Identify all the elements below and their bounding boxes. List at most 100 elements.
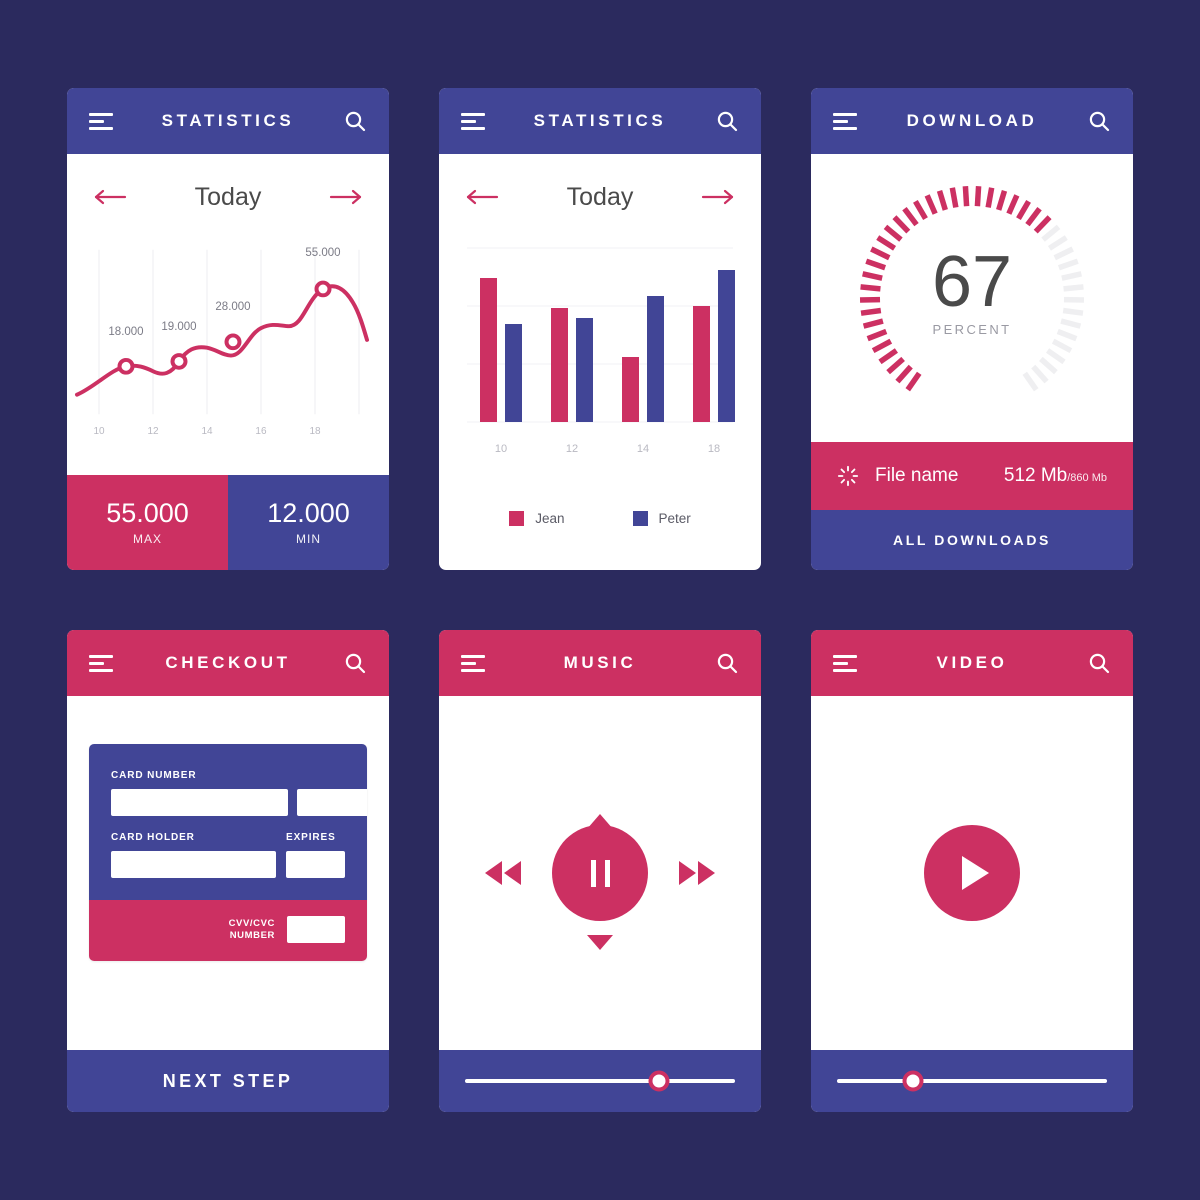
- gauge-tick: [876, 235, 897, 251]
- arrow-left-icon[interactable]: [465, 187, 499, 207]
- bar-peter: [576, 318, 593, 422]
- bar-jean: [551, 308, 568, 422]
- play-icon: [962, 856, 989, 890]
- video-slider-knob[interactable]: [902, 1070, 924, 1092]
- bar-jean: [480, 278, 497, 422]
- gauge-tick: [1031, 364, 1049, 384]
- music-progress-slider[interactable]: [439, 1050, 761, 1112]
- bar-peter: [647, 296, 664, 422]
- card-holder-input[interactable]: [111, 851, 276, 878]
- phone-checkout: CHECKOUT CARD NUMBER CARD HOLDER EXPIRES…: [67, 630, 389, 1112]
- loading-spinner-icon: [837, 465, 859, 487]
- expires-label: EXPIRES: [286, 832, 336, 843]
- cvv-label-line2: NUMBER: [229, 929, 275, 941]
- page-title: MUSIC: [563, 653, 637, 672]
- arrow-right-icon[interactable]: [701, 187, 735, 207]
- hamburger-icon[interactable]: [461, 112, 485, 130]
- gauge-tick: [962, 186, 970, 207]
- search-icon[interactable]: [343, 109, 367, 133]
- fast-forward-icon[interactable]: [679, 861, 715, 885]
- line-point-label: 18.000: [108, 326, 144, 338]
- legend-swatch-jean: [509, 511, 525, 526]
- gauge-tick: [913, 199, 928, 220]
- video-progress-slider[interactable]: [811, 1050, 1133, 1112]
- bar-chart-legend: Jean Peter: [439, 511, 761, 526]
- phone-music: MUSIC: [439, 630, 761, 1112]
- bar-chart: 10 12 14 18 Jean Peter: [439, 240, 761, 570]
- date-nav-line: Today: [67, 154, 389, 240]
- hamburger-icon[interactable]: [461, 654, 485, 672]
- all-downloads-button[interactable]: ALL DOWNLOADS: [811, 510, 1133, 570]
- gauge-tick: [902, 207, 919, 227]
- hamburger-icon[interactable]: [833, 654, 857, 672]
- search-icon[interactable]: [1087, 651, 1111, 675]
- appbar-statistics-line: STATISTICS: [67, 88, 389, 154]
- legend-item-jean: Jean: [509, 511, 565, 526]
- date-label: Today: [566, 182, 634, 211]
- gauge-tick: [871, 338, 893, 354]
- hamburger-icon[interactable]: [89, 654, 113, 672]
- appbar-music: MUSIC: [439, 630, 761, 696]
- next-step-button[interactable]: NEXT STEP: [67, 1050, 389, 1112]
- svg-text:18: 18: [708, 443, 720, 455]
- music-slider-track[interactable]: [465, 1070, 735, 1092]
- play-button[interactable]: [924, 825, 1020, 921]
- video-slider-track[interactable]: [837, 1070, 1107, 1092]
- screen-mockup-canvas: STATISTICS Today 10 12 14 16 18 18.000 1…: [0, 0, 1200, 1200]
- gauge-unit-label: PERCENT: [932, 322, 1012, 338]
- stat-max: 55.000 MAX: [67, 475, 228, 570]
- line-chart-svg: 10 12 14 16 18: [75, 249, 369, 437]
- search-icon[interactable]: [1087, 109, 1111, 133]
- card-number-label: CARD NUMBER: [111, 770, 197, 781]
- gauge-tick: [1033, 215, 1052, 234]
- gauge-tick: [1022, 371, 1039, 392]
- hamburger-icon[interactable]: [833, 112, 857, 130]
- phone-download: DOWNLOAD 67 PERCENT File name 512 Mb/860…: [811, 88, 1133, 570]
- cvv-label: CVV/CVC NUMBER: [229, 918, 275, 942]
- svg-text:12: 12: [566, 443, 578, 455]
- gauge-tick: [1025, 207, 1042, 227]
- gauge-tick: [924, 194, 938, 215]
- expires-input[interactable]: [286, 851, 345, 878]
- gauge-tick: [974, 186, 982, 207]
- download-gauge: 67 PERCENT: [811, 154, 1133, 442]
- line-point-label: 28.000: [215, 301, 251, 313]
- gauge-tick: [1041, 224, 1061, 242]
- card-holder-group: CARD HOLDER: [111, 832, 276, 878]
- svg-text:16: 16: [255, 426, 267, 437]
- date-label: Today: [194, 182, 262, 211]
- download-size-total: /860 Mb: [1067, 472, 1107, 484]
- page-title: STATISTICS: [161, 111, 295, 130]
- arrow-right-icon[interactable]: [329, 187, 363, 207]
- gauge-value: 67: [931, 241, 1013, 322]
- cvv-input[interactable]: [287, 916, 345, 943]
- page-title: STATISTICS: [533, 111, 667, 130]
- triangle-down-icon[interactable]: [587, 935, 613, 950]
- card-holder-expires-row: CARD HOLDER EXPIRES: [111, 832, 345, 878]
- svg-text:12: 12: [147, 426, 158, 437]
- card-number-input-2[interactable]: [297, 789, 367, 816]
- bar-chart-bars: [480, 270, 735, 422]
- line-chart: 10 12 14 16 18 18.000 19.000 28.000 55.0…: [67, 240, 389, 475]
- music-slider-knob[interactable]: [648, 1070, 670, 1092]
- hamburger-icon[interactable]: [89, 112, 113, 130]
- legend-item-peter: Peter: [632, 511, 691, 526]
- card-number-input-1[interactable]: [111, 789, 288, 816]
- search-icon[interactable]: [715, 109, 739, 133]
- download-size-current: 512 Mb: [1003, 465, 1068, 486]
- svg-text:14: 14: [637, 443, 649, 455]
- video-player-controls: [811, 696, 1133, 1050]
- play-pause-button[interactable]: [552, 825, 648, 921]
- gauge-tick: [1039, 356, 1058, 375]
- cvv-label-line1: CVV/CVC: [228, 917, 275, 929]
- search-icon[interactable]: [343, 651, 367, 675]
- credit-card-top: CARD NUMBER CARD HOLDER EXPIRES: [89, 744, 367, 900]
- stats-footer: 55.000 MAX 12.000 MIN: [67, 475, 389, 570]
- line-chart-markers: [117, 280, 332, 375]
- stat-min: 12.000 MIN: [228, 475, 389, 570]
- search-icon[interactable]: [715, 651, 739, 675]
- rewind-icon[interactable]: [485, 861, 521, 885]
- download-file-name: File name: [875, 465, 959, 486]
- bar-chart-xtick-labels: 10 12 14 18: [495, 443, 720, 455]
- arrow-left-icon[interactable]: [93, 187, 127, 207]
